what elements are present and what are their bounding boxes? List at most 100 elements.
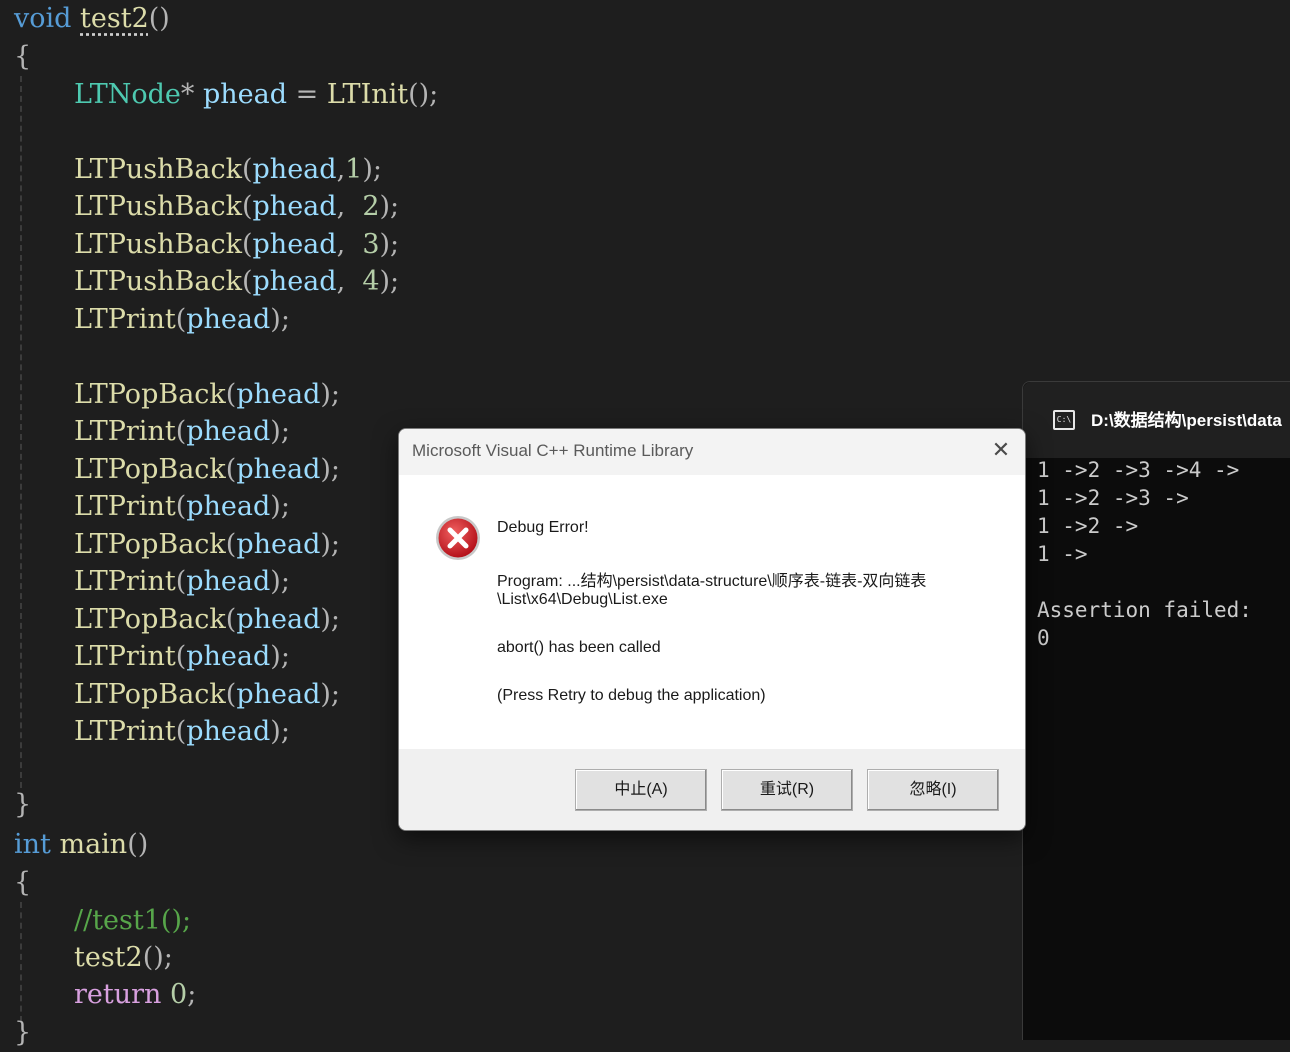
ignore-button[interactable]: 忽略(I)	[867, 769, 999, 811]
code-token: phead	[186, 566, 271, 597]
console-window[interactable]: C:\ D:\数据结构\persist\data 1 ->2 ->3 ->4 -…	[1022, 381, 1290, 1040]
code-line[interactable]: LTPushBack(phead, 4);	[74, 263, 399, 301]
program-path-line2: \List\x64\Debug\List.exe	[497, 591, 668, 608]
code-token: LTPushBack	[74, 229, 242, 260]
retry-button[interactable]: 重试(R)	[721, 769, 853, 811]
code-line[interactable]: //test1();	[74, 902, 191, 940]
code-token: (	[241, 191, 253, 222]
close-icon[interactable]: ✕	[987, 437, 1015, 465]
indent-guide	[20, 902, 22, 1022]
code-token: //test1();	[74, 905, 192, 936]
code-line[interactable]: LTPopBack(phead);	[74, 526, 340, 564]
console-line: 1 ->2 ->	[1037, 514, 1139, 538]
code-line[interactable]: LTPrint(phead);	[74, 713, 290, 751]
code-token: LTPopBack	[74, 379, 226, 410]
code-token: {	[14, 867, 32, 898]
code-token: );	[270, 566, 290, 597]
code-token: (	[225, 529, 237, 560]
code-token: phead	[186, 416, 271, 447]
code-line[interactable]: LTPrint(phead);	[74, 563, 290, 601]
code-token: );	[320, 454, 341, 485]
code-token: *	[180, 79, 203, 110]
code-line[interactable]: LTPopBack(phead);	[74, 451, 340, 489]
dialog-title: Microsoft Visual C++ Runtime Library	[412, 441, 694, 460]
code-token: ;	[187, 979, 197, 1010]
code-token: phead	[186, 491, 271, 522]
code-token: LTPushBack	[74, 154, 242, 185]
code-token: (	[225, 454, 237, 485]
code-line[interactable]: LTPrint(phead);	[74, 413, 290, 451]
console-window-icon: C:\	[1053, 410, 1075, 430]
code-line[interactable]: }	[14, 786, 31, 824]
code-token: (	[175, 641, 187, 672]
code-token: test2	[80, 3, 149, 34]
retry-hint: (Press Retry to debug the application)	[497, 687, 766, 704]
code-token: phead	[252, 154, 337, 185]
code-line[interactable]: void test2()	[14, 0, 170, 38]
code-line[interactable]: LTPrint(phead);	[74, 638, 290, 676]
code-line[interactable]: LTNode* phead = LTInit();	[74, 76, 438, 114]
code-token: test2	[74, 942, 143, 973]
code-line[interactable]: LTPopBack(phead);	[74, 376, 340, 414]
code-token: phead	[252, 191, 337, 222]
program-path-line1: Program: ...结构\persist\data-structure\顺序…	[497, 573, 927, 590]
code-token: 3	[362, 229, 380, 260]
code-line[interactable]: }	[14, 1014, 31, 1052]
code-token: phead	[186, 641, 271, 672]
code-line[interactable]: {	[14, 38, 31, 76]
code-token: LTPushBack	[74, 266, 242, 297]
code-line[interactable]: return 0;	[74, 976, 196, 1014]
code-token: LTPrint	[74, 416, 176, 447]
code-token: );	[270, 304, 290, 335]
code-token: LTPushBack	[74, 191, 242, 222]
code-token: (	[241, 154, 253, 185]
abort-button[interactable]: 中止(A)	[575, 769, 707, 811]
dialog-titlebar[interactable]: Microsoft Visual C++ Runtime Library ✕	[399, 429, 1025, 475]
code-token: LTPopBack	[74, 454, 226, 485]
code-token: 1	[345, 154, 363, 185]
code-token: }	[14, 789, 32, 820]
code-line[interactable]: test2();	[74, 939, 173, 977]
console-titlebar[interactable]: C:\ D:\数据结构\persist\data	[1023, 382, 1290, 458]
error-heading: Debug Error!	[497, 519, 589, 536]
code-token: (	[241, 266, 253, 297]
abort-message: abort() has been called	[497, 639, 661, 656]
code-token: );	[320, 379, 341, 410]
code-token: (	[225, 604, 237, 635]
code-token: ,	[336, 266, 363, 297]
code-token: );	[320, 604, 341, 635]
code-token: phead	[202, 79, 288, 110]
code-token: ,	[336, 154, 346, 185]
code-line[interactable]: LTPrint(phead);	[74, 301, 290, 339]
code-token: phead	[186, 304, 271, 335]
code-token: LTPrint	[74, 566, 176, 597]
code-line[interactable]: LTPrint(phead);	[74, 488, 290, 526]
code-line[interactable]: LTPushBack(phead,1);	[74, 151, 382, 189]
code-token: );	[362, 154, 382, 185]
code-token: LTPrint	[74, 491, 176, 522]
code-token: LTPopBack	[74, 529, 226, 560]
console-line: 1 ->	[1037, 542, 1088, 566]
code-token: LTPrint	[74, 304, 176, 335]
code-token: phead	[252, 229, 337, 260]
runtime-error-dialog: Microsoft Visual C++ Runtime Library ✕ D…	[398, 428, 1026, 831]
code-line[interactable]: LTPushBack(phead, 2);	[74, 188, 399, 226]
code-token: );	[270, 491, 290, 522]
code-line[interactable]: LTPopBack(phead);	[74, 676, 340, 714]
code-token: LTPrint	[74, 716, 176, 747]
code-line[interactable]: LTPushBack(phead, 3);	[74, 226, 399, 264]
console-output: 1 ->2 ->3 ->4 -> 1 ->2 ->3 -> 1 ->2 -> 1 ->…	[1037, 456, 1290, 652]
code-line[interactable]: LTPopBack(phead);	[74, 601, 340, 639]
code-token: );	[270, 716, 290, 747]
code-token: 2	[362, 191, 380, 222]
console-line: Assertion failed:	[1037, 598, 1252, 622]
code-token: );	[270, 416, 290, 447]
console-title: D:\数据结构\persist\data	[1091, 411, 1282, 430]
code-line[interactable]: int main()	[14, 826, 148, 864]
code-token: (	[175, 416, 187, 447]
code-token: phead	[236, 454, 321, 485]
code-token: =	[287, 79, 327, 110]
code-line[interactable]: {	[14, 864, 31, 902]
